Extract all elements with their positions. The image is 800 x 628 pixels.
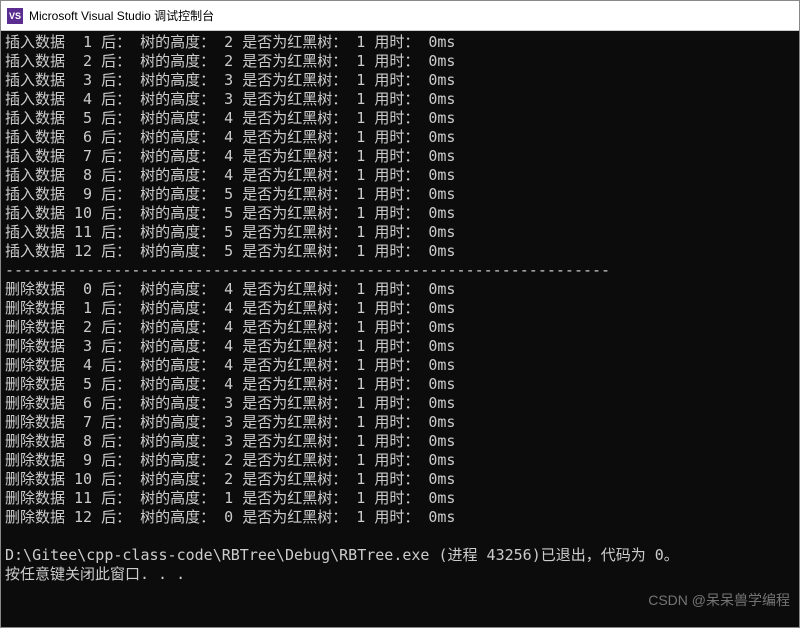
console-output[interactable]: 插入数据 1 后： 树的高度： 2 是否为红黑树： 1 用时： 0ms 插入数据… (1, 31, 799, 627)
titlebar[interactable]: VS Microsoft Visual Studio 调试控制台 (1, 1, 799, 31)
window-title: Microsoft Visual Studio 调试控制台 (29, 7, 214, 24)
app-window: VS Microsoft Visual Studio 调试控制台 插入数据 1 … (0, 0, 800, 628)
vs-icon: VS (7, 8, 23, 24)
